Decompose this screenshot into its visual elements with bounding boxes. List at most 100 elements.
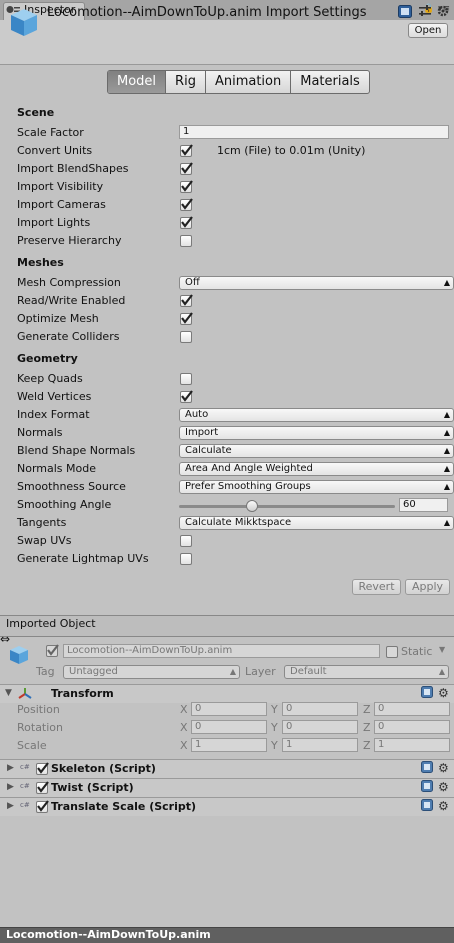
mesh-compression-dropdown[interactable]: Off ▲︎ [179,276,454,290]
object-name-field[interactable]: Locomotion--AimDownToUp.anim [63,644,380,658]
import-visibility-checkbox[interactable] [180,180,193,193]
weld-vertices-checkbox[interactable] [180,390,193,403]
mesh-compression-value: Off [185,277,200,288]
preserve-hierarchy-checkbox[interactable] [180,235,192,247]
scale-x-field[interactable]: 1 [191,738,267,752]
checkmark-icon [37,762,49,774]
rotation-x-label: X [180,721,188,734]
checkmark-icon [181,180,193,192]
twist-enabled-checkbox[interactable] [36,781,49,794]
smoothness-source-value: Prefer Smoothing Groups [185,481,311,492]
smoothing-angle-field[interactable]: 60 [399,498,448,512]
position-z-label: Z [363,703,371,716]
position-y-field[interactable]: 0 [282,702,358,716]
position-z-field[interactable]: 0 [374,702,450,716]
tag-dropdown[interactable]: Untagged ▲︎ [63,665,240,679]
gear-icon[interactable]: ⚙︎ [438,761,449,775]
rotation-y-field[interactable]: 0 [282,720,358,734]
normals-mode-dropdown[interactable]: Area And Angle Weighted ▲︎ [179,462,454,476]
optimize-mesh-checkbox[interactable] [180,312,193,325]
help-icon[interactable] [398,5,412,18]
twist-title: Twist (Script) [51,781,134,794]
checkmark-icon [181,216,193,228]
checkmark-icon [181,198,193,210]
blend-shape-normals-value: Calculate [185,445,232,456]
read-write-checkbox[interactable] [180,294,193,307]
import-lights-checkbox[interactable] [180,216,193,229]
dropdown-arrows-icon: ▲︎ [443,464,450,473]
rotation-z-field[interactable]: 0 [374,720,450,734]
help-icon[interactable] [421,799,433,811]
position-x-label: X [180,703,188,716]
index-format-dropdown[interactable]: Auto ▲︎ [179,408,454,422]
open-button[interactable]: Open [408,23,448,38]
scale-z-field[interactable]: 1 [374,738,450,752]
weld-vertices-label: Weld Vertices [17,390,92,403]
convert-units-checkbox[interactable] [180,144,193,157]
normals-dropdown[interactable]: Import ▲︎ [179,426,454,440]
tab-rig[interactable]: Rig [165,71,205,93]
normals-mode-label: Normals Mode [17,462,96,475]
import-blendshapes-checkbox[interactable] [180,162,193,175]
smoothing-angle-slider-thumb[interactable] [245,500,258,512]
tab-model[interactable]: Model [108,71,166,93]
help-icon[interactable] [421,686,433,698]
generate-lightmap-uvs-checkbox[interactable] [180,553,192,565]
meshes-section-title: Meshes [17,256,64,269]
index-format-label: Index Format [17,408,90,421]
tangents-dropdown[interactable]: Calculate Mikktspace ▲︎ [179,516,454,530]
scale-factor-field[interactable]: 1 [179,125,449,139]
gear-icon[interactable]: ⚙︎ [438,686,449,700]
blend-shape-normals-dropdown[interactable]: Calculate ▲︎ [179,444,454,458]
generate-colliders-checkbox[interactable] [180,331,192,343]
gear-icon[interactable] [436,4,450,18]
checkmark-icon [181,312,193,324]
optimize-mesh-label: Optimize Mesh [17,312,99,325]
foldout-closed-icon[interactable]: ▶ [7,782,14,792]
preset-icon[interactable] [418,4,432,18]
scale-z-label: Z [363,739,371,752]
dropdown-arrows-icon: ▲︎ [229,667,236,676]
script-icon: c# [20,763,30,771]
foldout-closed-icon[interactable]: ▶ [7,801,14,811]
translate-scale-enabled-checkbox[interactable] [36,800,49,813]
smoothing-angle-slider-track[interactable] [179,505,395,508]
static-checkbox[interactable] [386,646,398,658]
gear-icon[interactable]: ⚙︎ [438,799,449,813]
import-cameras-checkbox[interactable] [180,198,193,211]
swap-uvs-checkbox[interactable] [180,535,192,547]
object-active-checkbox[interactable] [46,644,59,657]
position-x-field[interactable]: 0 [191,702,267,716]
blend-shape-normals-label: Blend Shape Normals [17,444,136,457]
help-icon[interactable] [421,761,433,773]
tab-animation[interactable]: Animation [204,71,290,93]
smoothness-source-dropdown[interactable]: Prefer Smoothing Groups ▲︎ [179,480,454,494]
import-blendshapes-label: Import BlendShapes [17,162,129,175]
skeleton-enabled-checkbox[interactable] [36,762,49,775]
checkmark-icon [181,390,193,402]
tab-materials[interactable]: Materials [290,71,369,93]
scale-y-label: Y [271,739,278,752]
checkmark-icon [181,162,193,174]
static-dropdown-icon[interactable]: ▼ [439,645,445,654]
model-object-icon [10,646,28,664]
position-y-label: Y [271,703,278,716]
asset-statusbar-label: Locomotion--AimDownToUp.anim [6,928,211,941]
dropdown-arrows-icon: ▲︎ [443,446,450,455]
layer-dropdown[interactable]: Default ▲︎ [284,665,449,679]
normals-value: Import [185,427,219,438]
help-icon[interactable] [421,780,433,792]
apply-button[interactable]: Apply [405,579,450,595]
rotation-z-label: Z [363,721,371,734]
convert-units-note: 1cm (File) to 0.01m (Unity) [217,144,366,157]
scale-y-field[interactable]: 1 [282,738,358,752]
script-icon: c# [20,801,30,809]
revert-button[interactable]: Revert [352,579,401,595]
foldout-closed-icon[interactable]: ▶ [7,763,14,773]
foldout-open-icon[interactable]: ▼ [5,688,12,698]
keep-quads-checkbox[interactable] [180,373,192,385]
gear-icon[interactable]: ⚙︎ [438,780,449,794]
scale-x-label: X [180,739,188,752]
rotation-x-field[interactable]: 0 [191,720,267,734]
geometry-section-title: Geometry [17,352,78,365]
